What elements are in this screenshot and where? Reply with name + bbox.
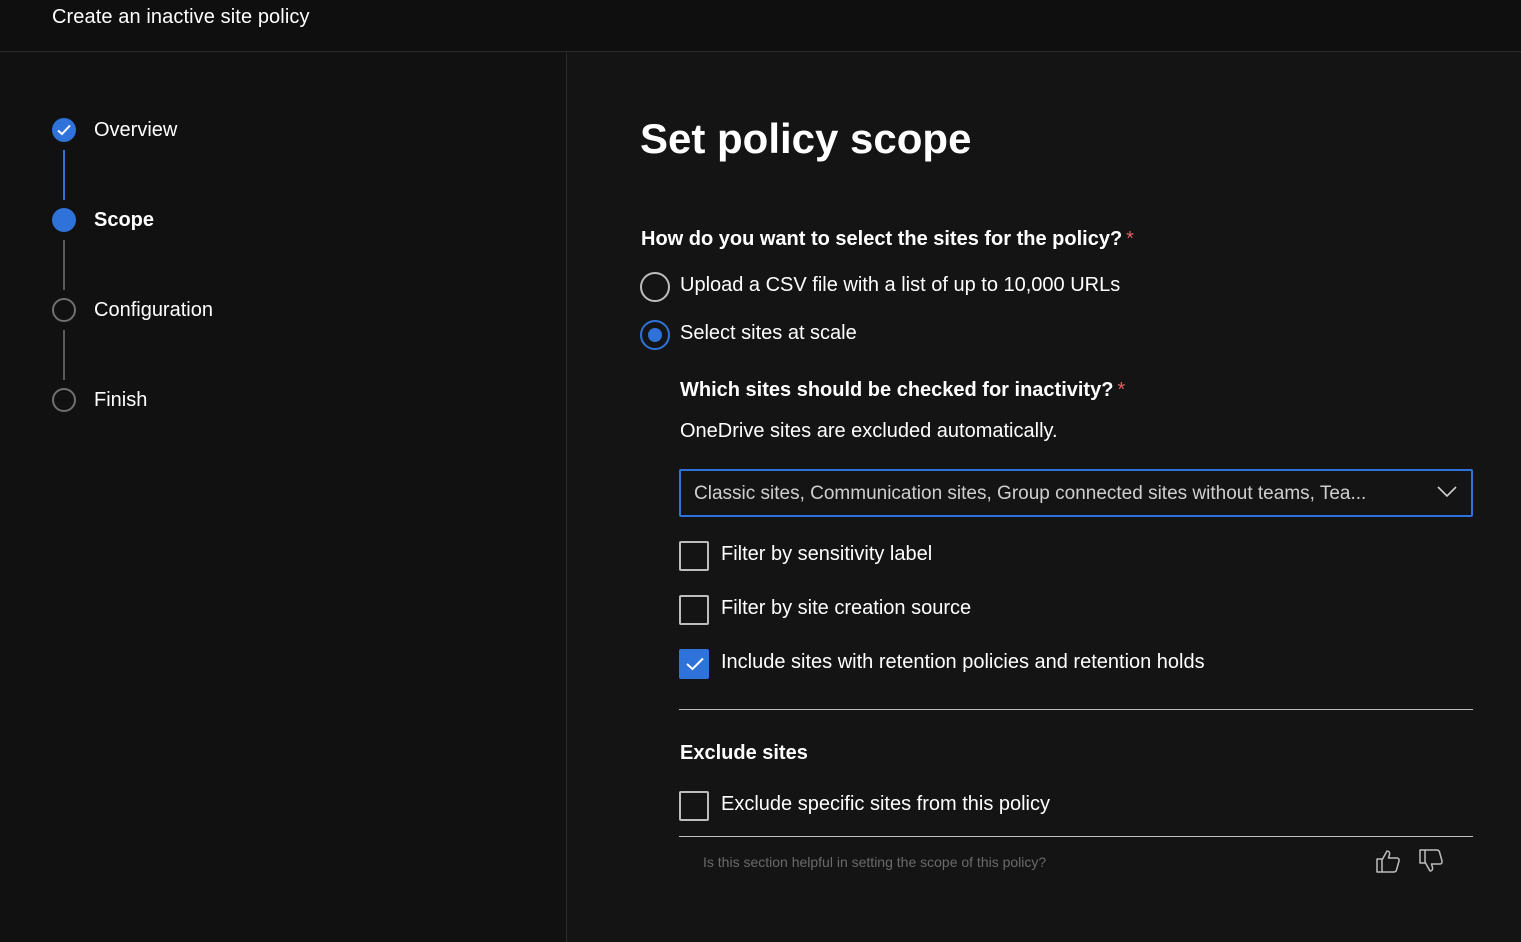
checkbox[interactable] [679, 649, 709, 679]
checkbox-label[interactable]: Filter by sensitivity label [721, 543, 932, 566]
step-label: Configuration [94, 299, 213, 321]
page-title: Set policy scope [640, 115, 972, 162]
radio-button[interactable] [640, 320, 670, 350]
step-label: Finish [94, 389, 148, 411]
wizard-title: Create an inactive site policy [52, 6, 310, 28]
main-content: Set policy scope How do you want to sele… [568, 53, 1521, 942]
checkbox[interactable] [679, 595, 709, 625]
step-current-icon [52, 208, 76, 232]
top-bar: Create an inactive site policy [0, 0, 1521, 52]
onedrive-note: OneDrive sites are excluded automaticall… [680, 420, 1058, 442]
checkbox[interactable] [679, 541, 709, 571]
exclude-sites-heading: Exclude sites [680, 742, 808, 764]
step-label: Scope [94, 209, 155, 231]
radio-label[interactable]: Upload a CSV file with a list of up to 1… [680, 274, 1120, 297]
checkbox[interactable] [679, 791, 709, 821]
checkbox-label[interactable]: Filter by site creation source [721, 597, 971, 620]
section-divider [679, 836, 1473, 837]
step-done-check-icon [52, 118, 76, 142]
step-connector [63, 330, 65, 380]
site-types-dropdown[interactable]: Classic sites, Communication sites, Grou… [679, 469, 1473, 517]
step-label: Overview [94, 119, 178, 141]
step-pending-icon [52, 388, 76, 412]
wizard-steps-panel: Overview Scope Configuration Finish [0, 53, 567, 942]
required-mark: * [1126, 228, 1134, 250]
dropdown-value: Classic sites, Communication sites, Grou… [694, 483, 1367, 504]
step-pending-icon [52, 298, 76, 322]
thumbs-up-icon[interactable] [1374, 847, 1402, 875]
thumbs-down-icon[interactable] [1417, 847, 1445, 875]
checkbox-label[interactable]: Exclude specific sites from this policy [721, 793, 1050, 816]
step-connector [63, 150, 65, 200]
chevron-down-icon [1437, 486, 1457, 498]
feedback-prompt: Is this section helpful in setting the s… [703, 854, 1047, 870]
step-connector [63, 240, 65, 290]
radio-label[interactable]: Select sites at scale [680, 322, 857, 345]
checkbox-label[interactable]: Include sites with retention policies an… [721, 651, 1205, 674]
radio-button[interactable] [640, 272, 670, 302]
section-divider [679, 709, 1473, 710]
inactivity-question: Which sites should be checked for inacti… [680, 379, 1126, 401]
site-selection-question: How do you want to select the sites for … [641, 228, 1134, 250]
required-mark: * [1117, 379, 1126, 401]
checkmark-icon [686, 657, 704, 671]
